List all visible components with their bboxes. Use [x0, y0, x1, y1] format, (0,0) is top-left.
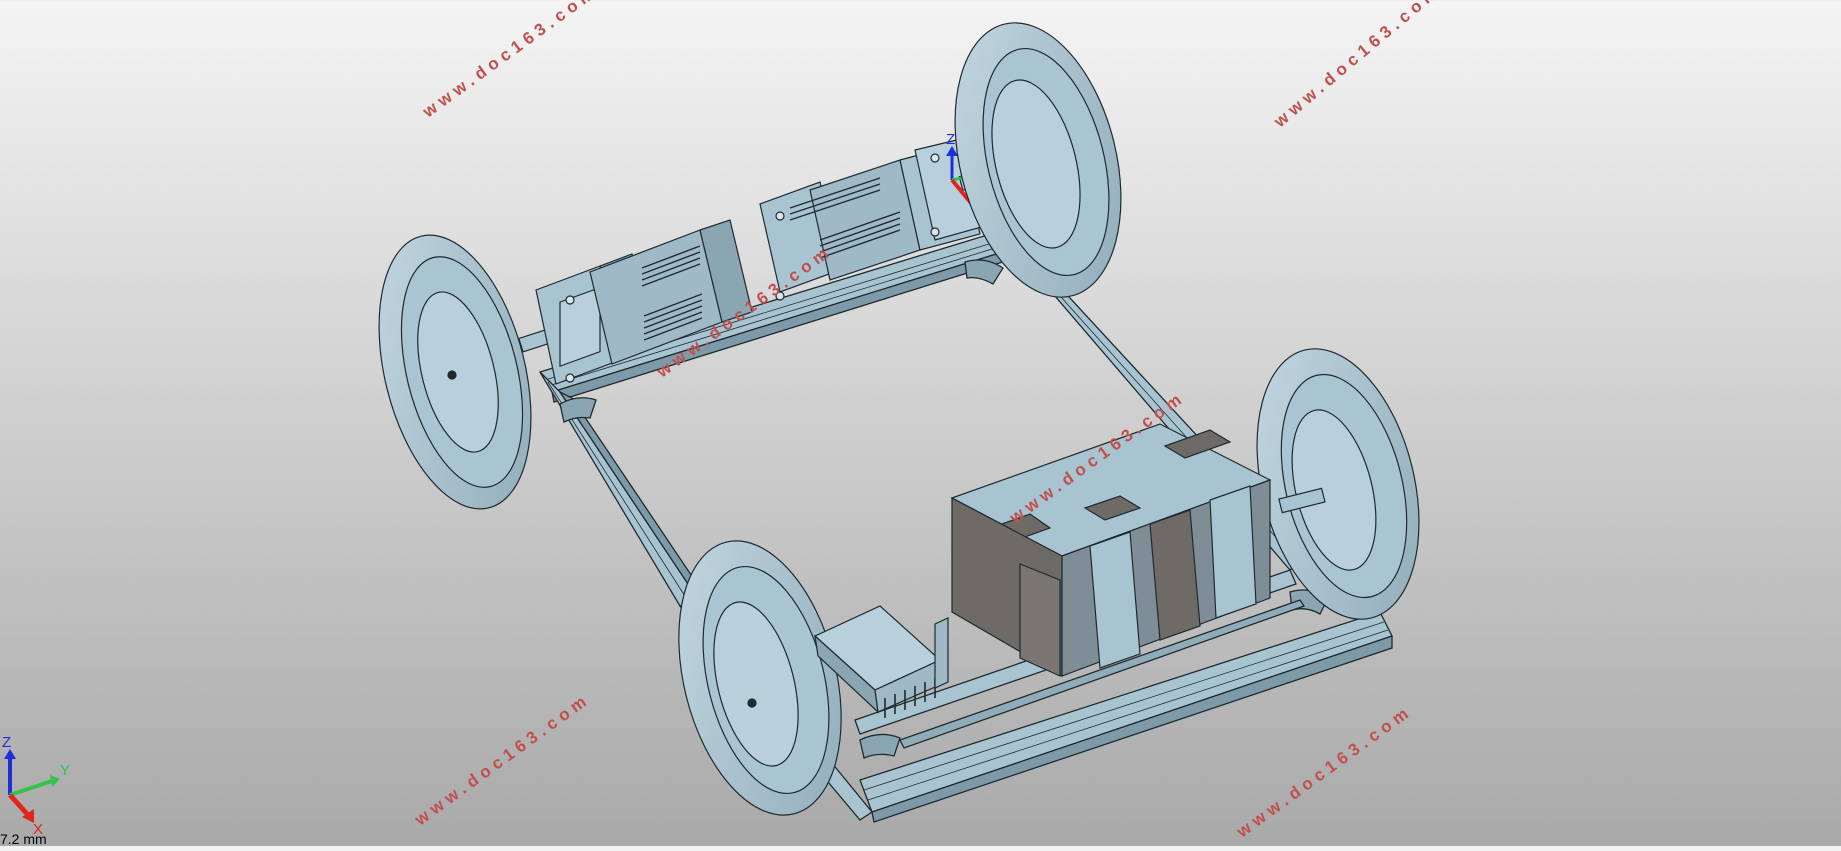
wheel-rear-left[interactable] — [353, 219, 557, 525]
triad-y-label: Y — [60, 762, 70, 779]
wheel-icon — [378, 234, 532, 510]
3d-viewport[interactable]: Z www.doc163.com www.doc163.com www.doc1… — [0, 0, 1841, 846]
axis-triad-icon: Z Y X — [0, 734, 90, 846]
battery-pack-icon[interactable] — [950, 423, 1272, 678]
watermark: www.doc163.com — [1232, 701, 1416, 842]
chassis-model[interactable]: Z www.doc163.com www.doc163.com www.doc1… — [0, 0, 1841, 846]
manipulator-z-label: Z — [946, 131, 955, 148]
watermark: www.doc163.com — [1270, 0, 1445, 132]
watermark: www.doc163.com — [418, 0, 602, 122]
triad-z-label: Z — [2, 735, 11, 751]
watermark: www.doc163.com — [410, 689, 594, 830]
scale-label: 7.2 mm — [0, 831, 47, 847]
